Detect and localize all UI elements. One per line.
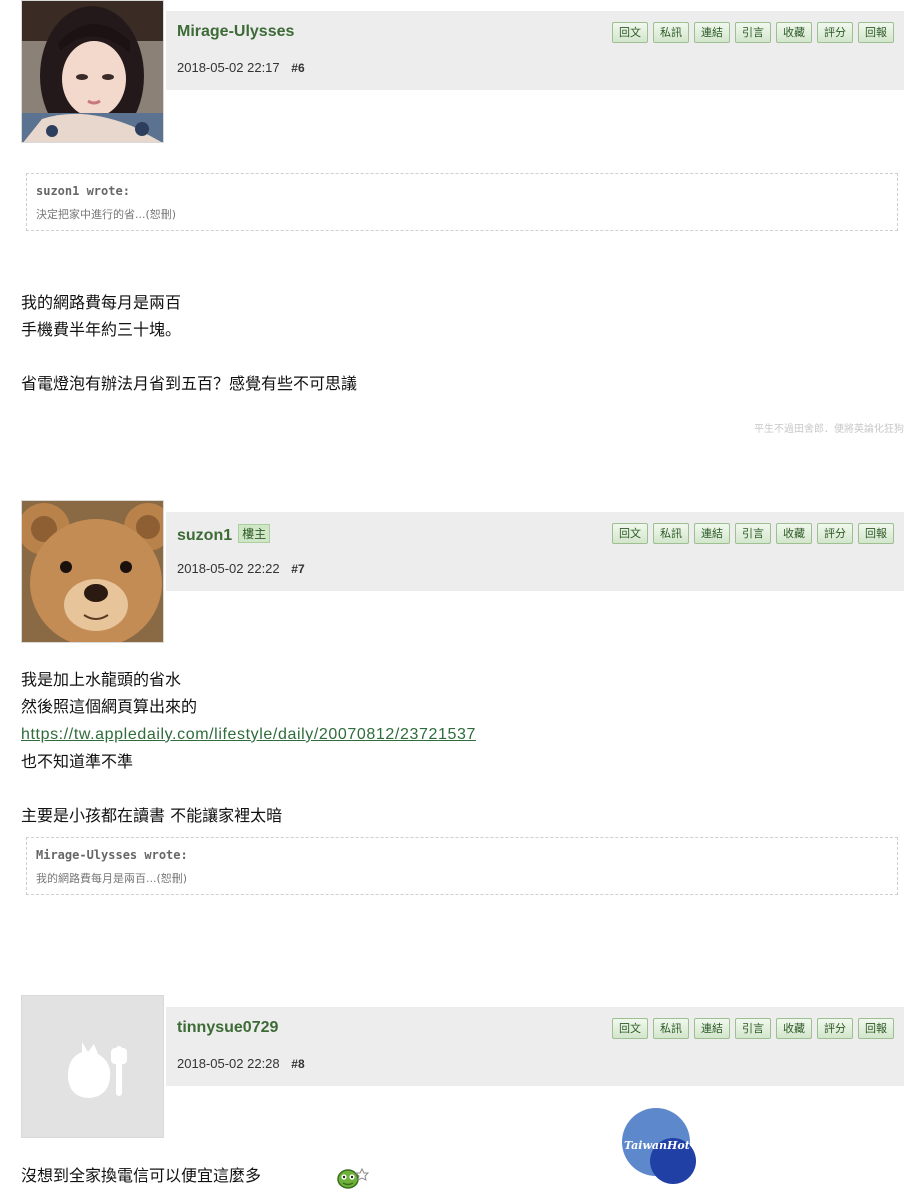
message-button[interactable]: 私訊 (653, 22, 689, 43)
post-line: 沒想到全家換電信可以便宜這麼多 (21, 1166, 262, 1185)
post-line: 手機費半年約三十塊。 (21, 320, 182, 339)
rate-button[interactable]: 評分 (817, 1018, 853, 1039)
report-button[interactable]: 回報 (858, 523, 894, 544)
post-actions: 回文 私訊 連結 引言 收藏 評分 回報 (612, 22, 894, 43)
report-button[interactable]: 回報 (858, 22, 894, 43)
quote-author: Mirage-Ulysses wrote: (36, 848, 188, 862)
post-header: Mirage-Ulysses 2018-05-02 22:17 #6 回文 私訊… (166, 11, 904, 90)
post-meta: 2018-05-02 22:17 #6 (177, 60, 305, 75)
post-floor[interactable]: #6 (291, 61, 304, 75)
taiwanhot-watermark-logo: TaiwanHot (622, 1108, 698, 1184)
quote-button[interactable]: 引言 (735, 523, 771, 544)
post-body: 沒想到全家換電信可以便宜這麼多 (21, 1162, 261, 1189)
post-floor[interactable]: #8 (291, 1057, 304, 1071)
report-button[interactable]: 回報 (858, 1018, 894, 1039)
post-line (21, 343, 357, 370)
quote-author: suzon1 wrote: (36, 184, 130, 198)
post-line (21, 775, 476, 802)
green-smiley-icon (337, 1167, 370, 1189)
link-button[interactable]: 連結 (694, 1018, 730, 1039)
post-line: 省電燈泡有辦法月省到五百？感覺有些不可思議 (21, 374, 358, 393)
avatar-suzon1[interactable] (21, 500, 164, 643)
post-line: 也不知道準不準 (21, 752, 134, 771)
reply-button[interactable]: 回文 (612, 22, 648, 43)
quote-block: suzon1 wrote: 決定把家中進行的省...(恕刪) (26, 173, 898, 231)
quote-text[interactable]: 決定把家中進行的省...(恕刪) (36, 206, 176, 222)
reply-button[interactable]: 回文 (612, 1018, 648, 1039)
post-meta: 2018-05-02 22:28 #8 (177, 1056, 305, 1071)
post-header: suzon1 樓主 2018-05-02 22:22 #7 回文 私訊 連結 引言… (166, 512, 904, 591)
username[interactable]: Mirage-Ulysses (177, 23, 294, 41)
username[interactable]: suzon1 (177, 527, 232, 544)
rate-button[interactable]: 評分 (817, 523, 853, 544)
reply-button[interactable]: 回文 (612, 523, 648, 544)
favorite-button[interactable]: 收藏 (776, 523, 812, 544)
post-meta: 2018-05-02 22:22 #7 (177, 561, 305, 576)
avatar-image (22, 501, 163, 642)
post-line: 主要是小孩都在讀書 不能讓家裡太暗 (21, 806, 283, 825)
favorite-button[interactable]: 收藏 (776, 22, 812, 43)
username-row: suzon1 樓主 (177, 524, 271, 545)
message-button[interactable]: 私訊 (653, 523, 689, 544)
post-actions: 回文 私訊 連結 引言 收藏 評分 回報 (612, 523, 894, 544)
post-line: 我的網路費每月是兩百 (21, 293, 182, 312)
message-button[interactable]: 私訊 (653, 1018, 689, 1039)
quote-text[interactable]: 我的網路費每月是兩百...(恕刪) (36, 870, 187, 886)
rate-button[interactable]: 評分 (817, 22, 853, 43)
post-header: tinnysue0729 2018-05-02 22:28 #8 回文 私訊 連… (166, 1007, 904, 1086)
post-line: 然後照這個網頁算出來的 (21, 697, 198, 716)
post-datetime: 2018-05-02 22:22 (177, 561, 280, 576)
post-datetime: 2018-05-02 22:17 (177, 60, 280, 75)
post-actions: 回文 私訊 連結 引言 收藏 評分 回報 (612, 1018, 894, 1039)
post-body: 我是加上水龍頭的省水 然後照這個網頁算出來的 https://tw.appled… (21, 666, 476, 829)
link-button[interactable]: 連結 (694, 22, 730, 43)
favorite-button[interactable]: 收藏 (776, 1018, 812, 1039)
avatar-tinnysue0729[interactable] (21, 995, 164, 1138)
default-avatar-icon (22, 996, 163, 1137)
post-line: 我是加上水龍頭的省水 (21, 670, 182, 689)
post-datetime: 2018-05-02 22:28 (177, 1056, 280, 1071)
post-floor[interactable]: #7 (291, 562, 304, 576)
watermark-text: TaiwanHot (624, 1139, 690, 1152)
external-link[interactable]: https://tw.appledaily.com/lifestyle/dail… (21, 726, 476, 743)
avatar-image (22, 1, 163, 142)
post-body: 我的網路費每月是兩百 手機費半年約三十塊。 省電燈泡有辦法月省到五百？感覺有些不… (21, 289, 357, 397)
username[interactable]: tinnysue0729 (177, 1019, 278, 1037)
quote-button[interactable]: 引言 (735, 1018, 771, 1039)
avatar-mirage-ulysses[interactable] (21, 0, 164, 143)
quote-block: Mirage-Ulysses wrote: 我的網路費每月是兩百...(恕刪) (26, 837, 898, 895)
link-button[interactable]: 連結 (694, 523, 730, 544)
signature: 平生不過田舍郎．便將英論化狂狗 (754, 424, 904, 435)
quote-button[interactable]: 引言 (735, 22, 771, 43)
op-badge: 樓主 (238, 524, 271, 543)
